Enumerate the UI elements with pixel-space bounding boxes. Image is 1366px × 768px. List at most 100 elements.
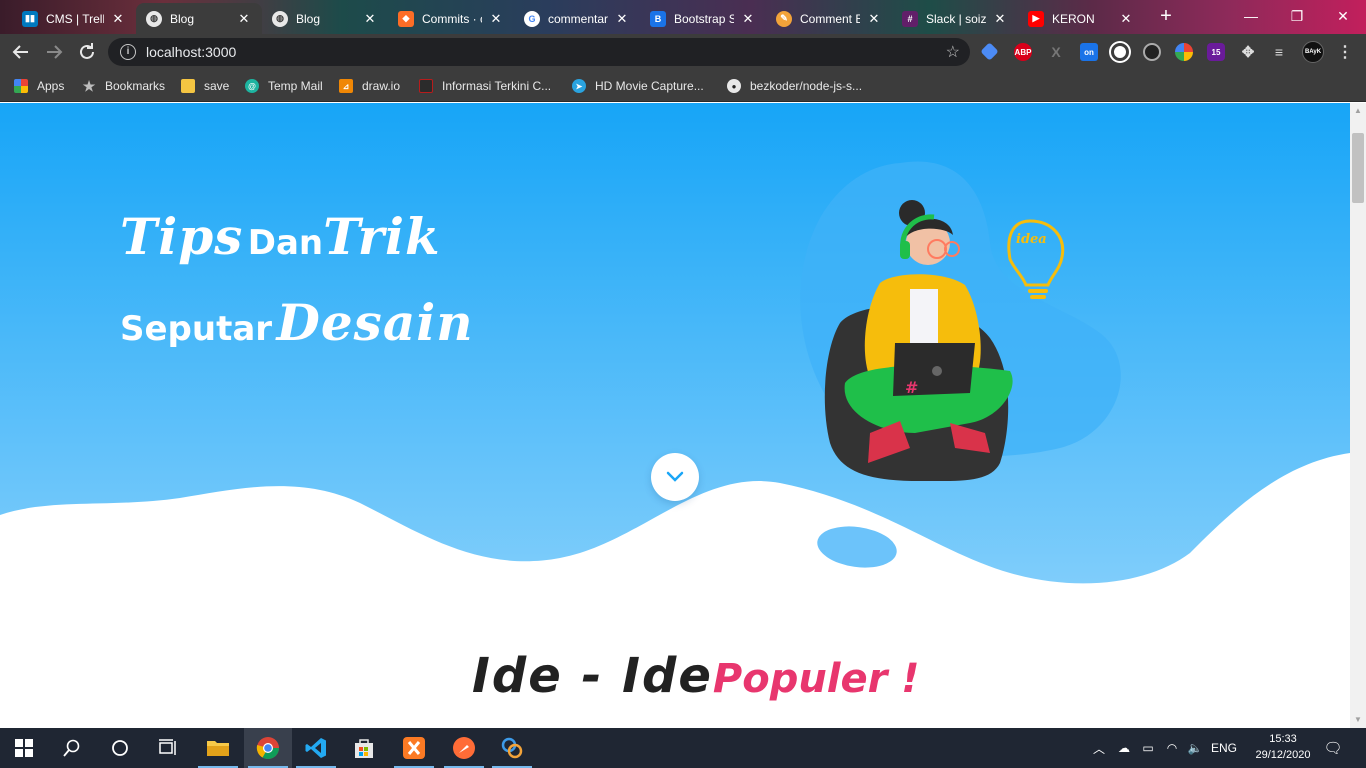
menu-dots-icon[interactable]: ⋮ bbox=[1336, 43, 1354, 61]
store-app[interactable] bbox=[340, 728, 388, 768]
close-tab-icon[interactable]: ✕ bbox=[992, 11, 1008, 27]
headline-word-seputar: Seputar bbox=[120, 309, 273, 349]
close-tab-icon[interactable]: ✕ bbox=[1118, 11, 1134, 27]
reload-icon bbox=[80, 43, 94, 59]
tab-slack[interactable]: # Slack | soize ✕ bbox=[892, 3, 1018, 34]
tab-commentar[interactable]: G commentar ✕ bbox=[514, 3, 640, 34]
headline-word-trik: Trik bbox=[323, 207, 441, 266]
back-button[interactable] bbox=[9, 40, 33, 64]
xampp-icon bbox=[403, 737, 425, 759]
tab-strip: ▮▮ CMS | Trello ✕ ◍ Blog ✕ ◍ Blog ✕ ◆ Co… bbox=[0, 0, 1366, 34]
page-scrollbar[interactable]: ▲ ▼ bbox=[1350, 103, 1366, 728]
vscode-app[interactable] bbox=[292, 728, 340, 768]
close-tab-icon[interactable]: ✕ bbox=[740, 11, 756, 27]
minimize-button[interactable]: — bbox=[1228, 0, 1274, 32]
netbeans-app[interactable] bbox=[488, 728, 536, 768]
bookmark-temp-mail[interactable]: @ Temp Mail bbox=[245, 77, 323, 95]
forward-button[interactable] bbox=[42, 40, 66, 64]
bookmark-star-icon[interactable]: ☆ bbox=[946, 42, 960, 62]
new-tab-button[interactable]: + bbox=[1154, 5, 1178, 29]
tab-comment-box[interactable]: ✎ Comment B ✕ bbox=[766, 3, 892, 34]
bookmark-hd-movie[interactable]: ➤ HD Movie Capture... bbox=[572, 77, 704, 95]
xampp-app[interactable] bbox=[390, 728, 438, 768]
tab-youtube[interactable]: ▶ KERON ✕ bbox=[1018, 3, 1144, 34]
forward-arrow-icon bbox=[47, 45, 63, 59]
start-button[interactable] bbox=[0, 728, 48, 768]
extension-eye-icon[interactable] bbox=[1143, 43, 1161, 61]
close-tab-icon[interactable]: ✕ bbox=[614, 11, 630, 27]
browser-toolbar: i localhost:3000 ☆ ABP X on 15 ✥ ≡ BAyK … bbox=[0, 34, 1366, 70]
volume-icon[interactable]: 🔈 bbox=[1185, 728, 1205, 768]
scroll-down-arrow-icon[interactable]: ▼ bbox=[1350, 712, 1366, 728]
bookmark-informasi[interactable]: Informasi Terkini C... bbox=[419, 77, 551, 95]
tab-commits[interactable]: ◆ Commits · c ✕ bbox=[388, 3, 514, 34]
battery-icon[interactable]: ▭ bbox=[1138, 728, 1158, 768]
restore-button[interactable]: ❐ bbox=[1274, 0, 1320, 32]
task-view-button[interactable] bbox=[144, 728, 192, 768]
search-button[interactable] bbox=[48, 728, 96, 768]
notification-center-icon[interactable]: 🗨 bbox=[1320, 728, 1346, 768]
site-info-icon[interactable]: i bbox=[120, 44, 136, 60]
youtube-icon: ▶ bbox=[1028, 10, 1044, 27]
bookmark-label: HD Movie Capture... bbox=[595, 79, 704, 93]
onedrive-cloud-icon[interactable]: ☁ bbox=[1114, 728, 1134, 768]
close-window-button[interactable]: ✕ bbox=[1320, 0, 1366, 32]
extension-cube-icon[interactable] bbox=[1111, 43, 1129, 61]
tray-chevron-icon[interactable]: ︿ bbox=[1090, 728, 1108, 768]
address-url[interactable]: localhost:3000 bbox=[146, 44, 236, 60]
tab-blog-active[interactable]: ◍ Blog ✕ bbox=[136, 3, 262, 34]
extension-badge-icon[interactable]: 15 bbox=[1207, 43, 1225, 61]
close-tab-icon[interactable]: ✕ bbox=[488, 11, 504, 27]
cortana-button[interactable] bbox=[96, 728, 144, 768]
scroll-down-button[interactable] bbox=[651, 453, 699, 501]
search-icon bbox=[63, 739, 80, 757]
star-icon: ★ bbox=[82, 77, 96, 94]
extension-blue-icon[interactable] bbox=[980, 42, 999, 61]
slack-icon: # bbox=[902, 10, 918, 27]
address-bar[interactable]: i localhost:3000 ☆ bbox=[108, 38, 970, 66]
file-explorer-app[interactable] bbox=[194, 728, 242, 768]
trello-icon: ▮▮ bbox=[22, 10, 38, 27]
tab-blog[interactable]: ◍ Blog ✕ bbox=[262, 3, 388, 34]
extension-on-icon[interactable]: on bbox=[1080, 43, 1098, 61]
playlist-icon[interactable]: ≡ bbox=[1270, 43, 1288, 61]
comment-icon: ✎ bbox=[776, 10, 792, 27]
hero-headline-line1: Tips DanTrik bbox=[120, 207, 441, 266]
postman-app[interactable] bbox=[440, 728, 488, 768]
close-tab-icon[interactable]: ✕ bbox=[236, 11, 252, 27]
tab-cms-trello[interactable]: ▮▮ CMS | Trello ✕ bbox=[12, 3, 136, 34]
puzzle-icon[interactable]: ✥ bbox=[1239, 43, 1257, 61]
scrollbar-thumb[interactable] bbox=[1352, 133, 1364, 203]
bookmark-save[interactable]: save bbox=[181, 77, 229, 95]
bookmark-bezkoder[interactable]: ● bezkoder/node-js-s... bbox=[727, 77, 862, 95]
task-view-icon bbox=[159, 739, 176, 755]
extension-color-icon[interactable] bbox=[1175, 43, 1193, 61]
reload-button[interactable] bbox=[75, 40, 99, 64]
adblock-plus-icon[interactable]: ABP bbox=[1014, 43, 1032, 61]
bookmark-bookmarks[interactable]: ★ Bookmarks bbox=[82, 77, 165, 95]
bookmark-drawio[interactable]: ⊿ draw.io bbox=[339, 77, 400, 95]
close-tab-icon[interactable]: ✕ bbox=[362, 11, 378, 27]
github-icon: ● bbox=[727, 79, 741, 93]
chrome-app[interactable] bbox=[244, 728, 292, 768]
close-tab-icon[interactable]: ✕ bbox=[866, 11, 882, 27]
hero-background: # bbox=[0, 103, 1350, 584]
close-tab-icon[interactable]: ✕ bbox=[110, 11, 126, 27]
tab-bootstrap[interactable]: B Bootstrap S ✕ bbox=[640, 3, 766, 34]
system-clock[interactable]: 15:33 29/12/2020 bbox=[1248, 731, 1318, 763]
section-title: Ide - IdePopuler ! bbox=[472, 648, 920, 704]
tab-title: Slack | soize bbox=[926, 11, 986, 26]
vscode-icon bbox=[305, 738, 326, 758]
tempmail-icon: @ bbox=[245, 79, 259, 93]
clock-time: 15:33 bbox=[1269, 733, 1297, 745]
extension-x-icon[interactable]: X bbox=[1047, 43, 1065, 61]
cortana-icon bbox=[112, 740, 128, 756]
windows-taskbar: ︿ ☁ ▭ ◠ 🔈 ENG 15:33 29/12/2020 🗨 bbox=[0, 728, 1366, 768]
scroll-up-arrow-icon[interactable]: ▲ bbox=[1350, 103, 1366, 119]
language-indicator[interactable]: ENG bbox=[1208, 728, 1240, 768]
profile-avatar[interactable]: BAyK bbox=[1302, 41, 1324, 63]
tab-title: Bootstrap S bbox=[674, 11, 734, 26]
wifi-icon[interactable]: ◠ bbox=[1162, 728, 1182, 768]
section-title-accent: Populer ! bbox=[712, 656, 920, 702]
bookmark-apps[interactable]: Apps bbox=[14, 77, 64, 95]
